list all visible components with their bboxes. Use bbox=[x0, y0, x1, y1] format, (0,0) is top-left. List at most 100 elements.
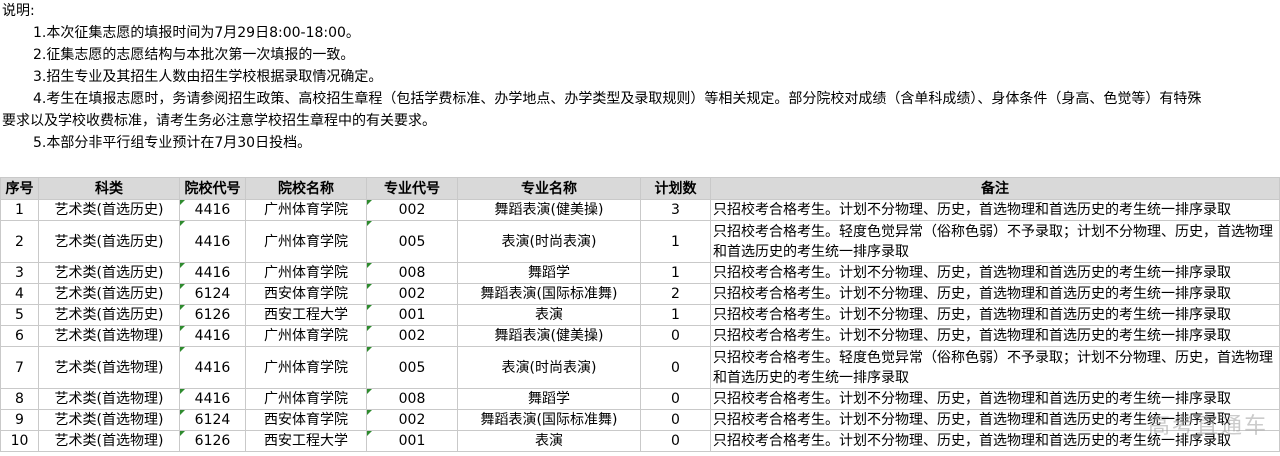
cell-index: 4 bbox=[0, 283, 39, 305]
table-row: 7 艺术类(首选物理) 4416 广州体育学院 005 表演(时尚表演) 0 只招校考合格考生… bbox=[0, 346, 1280, 389]
table-row: 4 艺术类(首选历史) 6124 西安体育学院 002 舞蹈表演(国际标准舞) 2 只招校考合… bbox=[0, 283, 1280, 305]
cell-remarks: 只招校考合格考生。计划不分物理、历史，首选物理和首选历史的考生统一排序录取 bbox=[710, 409, 1280, 431]
cell-major-code: 002 bbox=[366, 199, 458, 221]
col-header-school-name: 院校名称 bbox=[245, 177, 367, 200]
cell-major-code: 005 bbox=[366, 220, 458, 263]
cell-index: 7 bbox=[0, 346, 39, 389]
cell-school-name: 西安体育学院 bbox=[245, 409, 367, 431]
cell-index: 3 bbox=[0, 262, 39, 284]
cell-major-code: 008 bbox=[366, 388, 458, 410]
cell-school-code: 4416 bbox=[179, 199, 246, 221]
col-header-major-name: 专业名称 bbox=[457, 177, 641, 200]
table-body: 1 艺术类(首选历史) 4416 广州体育学院 002 舞蹈表演(健美操) 3 只招校考合格考… bbox=[0, 199, 1280, 452]
table-row: 8 艺术类(首选物理) 4416 广州体育学院 008 舞蹈学 0 只招校考合格考生。计划不分… bbox=[0, 388, 1280, 410]
col-header-plan-count: 计划数 bbox=[640, 177, 711, 200]
col-header-category: 科类 bbox=[38, 177, 180, 200]
cell-major-name: 表演(时尚表演) bbox=[457, 220, 641, 263]
cell-school-code: 6124 bbox=[179, 283, 246, 305]
cell-major-code: 002 bbox=[366, 325, 458, 347]
cell-category: 艺术类(首选物理) bbox=[38, 388, 180, 410]
cell-category: 艺术类(首选历史) bbox=[38, 220, 180, 263]
cell-plan-count: 0 bbox=[640, 325, 711, 347]
cell-category: 艺术类(首选历史) bbox=[38, 199, 180, 221]
col-header-remarks: 备注 bbox=[710, 177, 1280, 200]
cell-plan-count: 0 bbox=[640, 430, 711, 452]
cell-remarks: 只招校考合格考生。计划不分物理、历史，首选物理和首选历史的考生统一排序录取 bbox=[710, 304, 1280, 326]
cell-category: 艺术类(首选物理) bbox=[38, 346, 180, 389]
cell-major-name: 舞蹈表演(健美操) bbox=[457, 325, 641, 347]
cell-remarks: 只招校考合格考生。轻度色觉异常（俗称色弱）不予录取；计划不分物理、历史，首选物理… bbox=[710, 346, 1280, 389]
table-row: 5 艺术类(首选历史) 6126 西安工程大学 001 表演 1 只招校考合格考生。计划不分物… bbox=[0, 304, 1280, 326]
cell-index: 2 bbox=[0, 220, 39, 263]
cell-remarks: 只招校考合格考生。计划不分物理、历史，首选物理和首选历史的考生统一排序录取 bbox=[710, 325, 1280, 347]
cell-category: 艺术类(首选物理) bbox=[38, 430, 180, 452]
cell-category: 艺术类(首选物理) bbox=[38, 409, 180, 431]
cell-plan-count: 0 bbox=[640, 409, 711, 431]
cell-major-name: 舞蹈表演(国际标准舞) bbox=[457, 283, 641, 305]
cell-category: 艺术类(首选历史) bbox=[38, 283, 180, 305]
cell-school-name: 广州体育学院 bbox=[245, 262, 367, 284]
cell-plan-count: 0 bbox=[640, 346, 711, 389]
cell-category: 艺术类(首选物理) bbox=[38, 325, 180, 347]
cell-school-name: 西安工程大学 bbox=[245, 430, 367, 452]
cell-major-name: 表演 bbox=[457, 430, 641, 452]
cell-remarks: 只招校考合格考生。计划不分物理、历史，首选物理和首选历史的考生统一排序录取 bbox=[710, 262, 1280, 284]
table-header-row: 序号 科类 院校代号 院校名称 专业代号 专业名称 计划数 备注 bbox=[0, 177, 1280, 200]
cell-remarks: 只招校考合格考生。轻度色觉异常（俗称色弱）不予录取；计划不分物理、历史，首选物理… bbox=[710, 220, 1280, 263]
cell-school-name: 广州体育学院 bbox=[245, 388, 367, 410]
cell-index: 6 bbox=[0, 325, 39, 347]
note-item-continued: 要求以及学校收费标准，请考生务必注意学校招生章程中的有关要求。 bbox=[2, 113, 436, 129]
cell-major-name: 舞蹈学 bbox=[457, 262, 641, 284]
cell-major-code: 005 bbox=[366, 346, 458, 389]
cell-index: 8 bbox=[0, 388, 39, 410]
table-row: 9 艺术类(首选物理) 6124 西安体育学院 002 舞蹈表演(国际标准舞) 0 只招校考合… bbox=[0, 409, 1280, 431]
note-item: 3.招生专业及其招生人数由招生学校根据录取情况确定。 bbox=[33, 69, 383, 85]
cell-school-name: 广州体育学院 bbox=[245, 325, 367, 347]
cell-major-name: 舞蹈表演(国际标准舞) bbox=[457, 409, 641, 431]
cell-school-code: 6124 bbox=[179, 409, 246, 431]
cell-school-code: 4416 bbox=[179, 346, 246, 389]
note-item: 2.征集志愿的志愿结构与本批次第一次填报的一致。 bbox=[33, 47, 355, 63]
cell-major-code: 002 bbox=[366, 409, 458, 431]
notes-section: 说明: 1.本次征集志愿的填报时间为7月29日8:00-18:00。 2.征集志… bbox=[0, 0, 1280, 176]
cell-plan-count: 1 bbox=[640, 304, 711, 326]
cell-plan-count: 0 bbox=[640, 388, 711, 410]
cell-plan-count: 2 bbox=[640, 283, 711, 305]
cell-school-name: 广州体育学院 bbox=[245, 199, 367, 221]
cell-major-name: 舞蹈学 bbox=[457, 388, 641, 410]
col-header-index: 序号 bbox=[0, 177, 39, 200]
note-item: 4.考生在填报志愿时，务请参阅招生政策、高校招生章程（包括学费标准、办学地点、办… bbox=[33, 91, 1202, 107]
cell-category: 艺术类(首选历史) bbox=[38, 262, 180, 284]
cell-remarks: 只招校考合格考生。计划不分物理、历史，首选物理和首选历史的考生统一排序录取 bbox=[710, 388, 1280, 410]
table-row: 10 艺术类(首选物理) 6126 西安工程大学 001 表演 0 只招校考合格考生。计划不分… bbox=[0, 430, 1280, 452]
cell-major-code: 001 bbox=[366, 430, 458, 452]
cell-school-name: 广州体育学院 bbox=[245, 220, 367, 263]
enrollment-table: 序号 科类 院校代号 院校名称 专业代号 专业名称 计划数 备注 1 艺术类(首选… bbox=[0, 177, 1280, 452]
cell-school-name: 西安体育学院 bbox=[245, 283, 367, 305]
cell-major-name: 表演 bbox=[457, 304, 641, 326]
cell-plan-count: 1 bbox=[640, 220, 711, 263]
table-row: 3 艺术类(首选历史) 4416 广州体育学院 008 舞蹈学 1 只招校考合格考生。计划不分… bbox=[0, 262, 1280, 284]
cell-remarks: 只招校考合格考生。计划不分物理、历史，首选物理和首选历史的考生统一排序录取 bbox=[710, 430, 1280, 452]
cell-plan-count: 1 bbox=[640, 262, 711, 284]
cell-major-name: 舞蹈表演(健美操) bbox=[457, 199, 641, 221]
cell-major-name: 表演(时尚表演) bbox=[457, 346, 641, 389]
notes-title: 说明: bbox=[2, 3, 35, 19]
cell-school-code: 4416 bbox=[179, 388, 246, 410]
cell-school-code: 6126 bbox=[179, 304, 246, 326]
cell-school-code: 6126 bbox=[179, 430, 246, 452]
table-row: 6 艺术类(首选物理) 4416 广州体育学院 002 舞蹈表演(健美操) 0 只招校考合格考… bbox=[0, 325, 1280, 347]
table-row: 1 艺术类(首选历史) 4416 广州体育学院 002 舞蹈表演(健美操) 3 只招校考合格考… bbox=[0, 199, 1280, 221]
cell-index: 5 bbox=[0, 304, 39, 326]
cell-index: 10 bbox=[0, 430, 39, 452]
cell-major-code: 008 bbox=[366, 262, 458, 284]
cell-remarks: 只招校考合格考生。计划不分物理、历史，首选物理和首选历史的考生统一排序录取 bbox=[710, 199, 1280, 221]
cell-school-name: 广州体育学院 bbox=[245, 346, 367, 389]
col-header-major-code: 专业代号 bbox=[366, 177, 458, 200]
cell-school-code: 4416 bbox=[179, 220, 246, 263]
cell-school-code: 4416 bbox=[179, 325, 246, 347]
cell-category: 艺术类(首选历史) bbox=[38, 304, 180, 326]
table-row: 2 艺术类(首选历史) 4416 广州体育学院 005 表演(时尚表演) 1 只招校考合格考生… bbox=[0, 220, 1280, 263]
cell-school-name: 西安工程大学 bbox=[245, 304, 367, 326]
cell-school-code: 4416 bbox=[179, 262, 246, 284]
